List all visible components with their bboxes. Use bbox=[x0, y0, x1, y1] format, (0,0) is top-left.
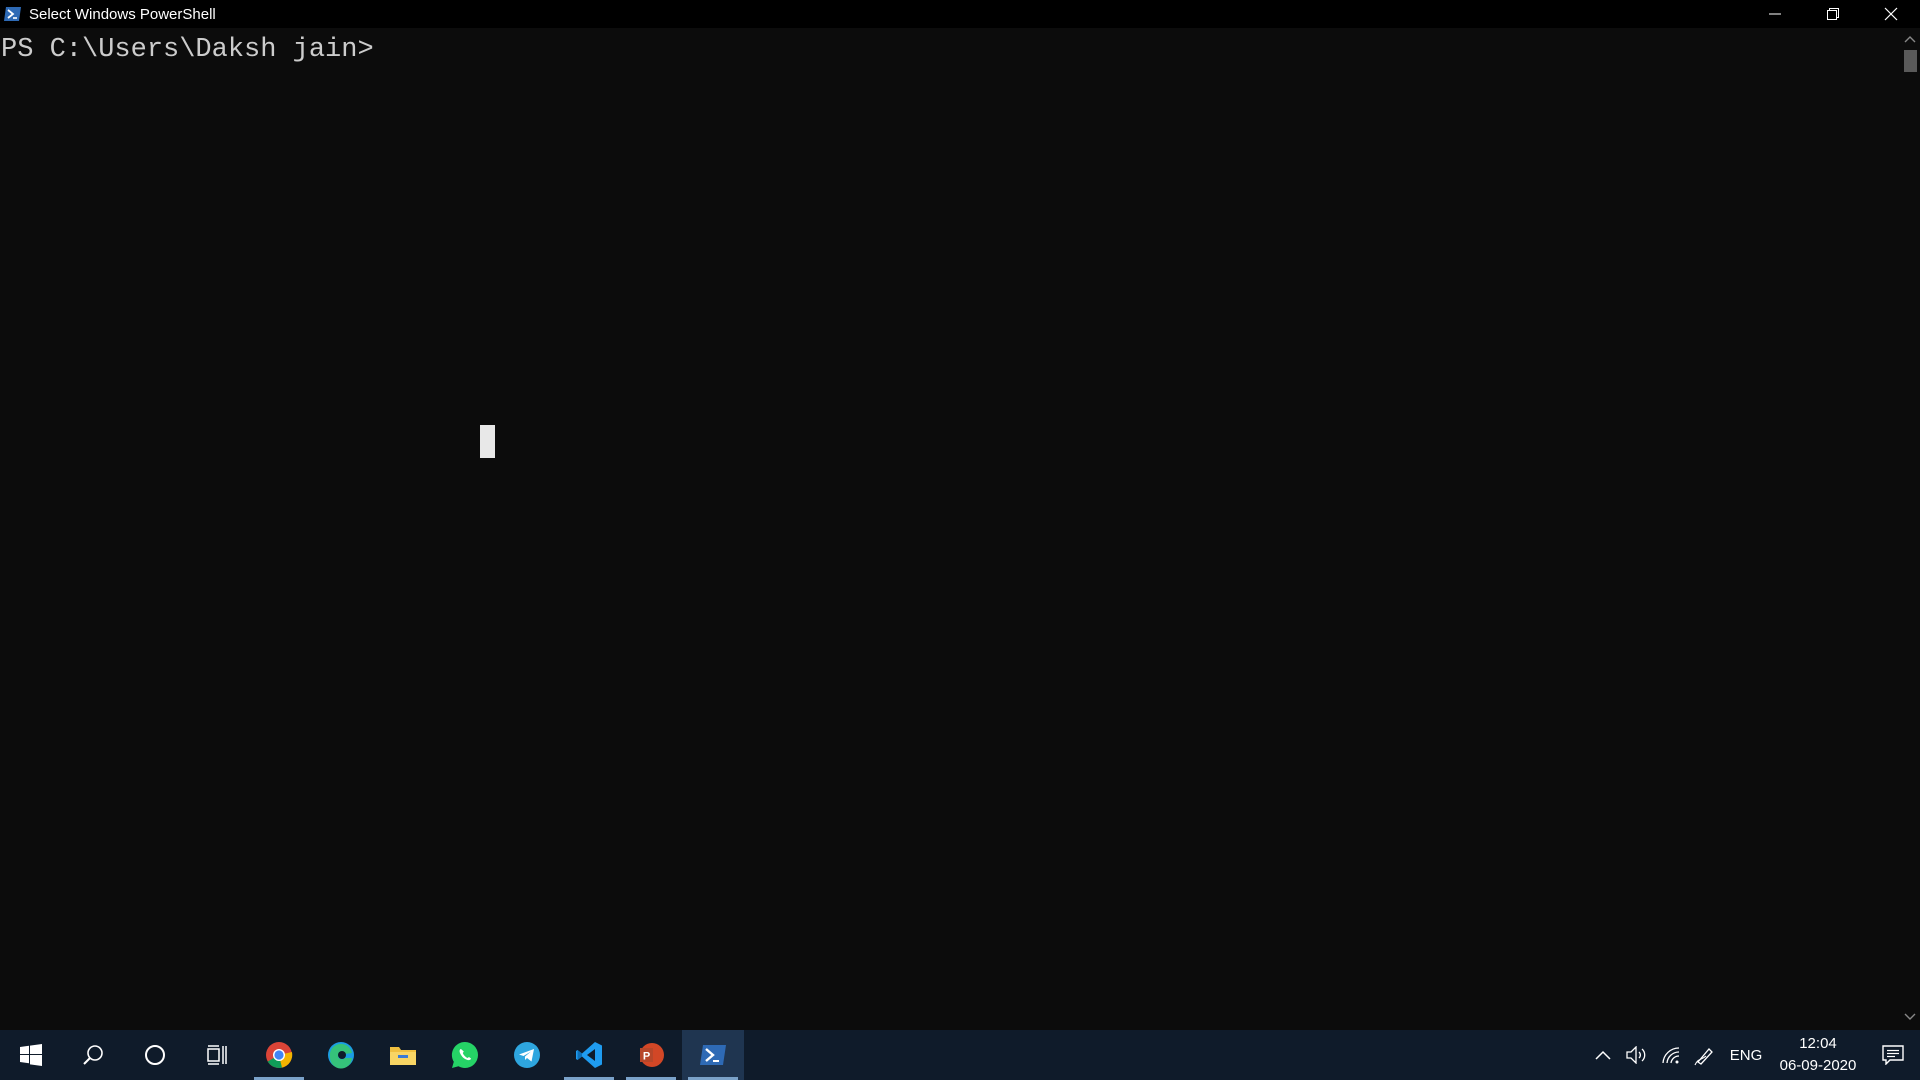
action-center-button[interactable] bbox=[1866, 1030, 1920, 1080]
vscode-button[interactable] bbox=[558, 1030, 620, 1080]
volume-icon bbox=[1626, 1046, 1646, 1064]
scroll-thumb[interactable] bbox=[1904, 50, 1917, 72]
close-icon bbox=[1884, 7, 1898, 21]
windows-logo-icon bbox=[20, 1044, 42, 1066]
powershell-window: Select Windows PowerShell PS C:\Users\Da… bbox=[0, 0, 1920, 1030]
title-bar[interactable]: Select Windows PowerShell bbox=[0, 0, 1920, 28]
window-title: Select Windows PowerShell bbox=[29, 5, 216, 23]
clock-date: 06-09-2020 bbox=[1779, 1057, 1857, 1074]
pen-icon bbox=[1694, 1048, 1713, 1066]
wifi-icon bbox=[1662, 1047, 1680, 1064]
vscode-icon bbox=[576, 1042, 602, 1068]
folder-icon bbox=[390, 1047, 416, 1065]
telegram-button[interactable] bbox=[496, 1030, 558, 1080]
chevron-up-icon bbox=[1904, 36, 1916, 43]
cortana-button[interactable] bbox=[124, 1030, 186, 1080]
clock-time: 12:04 bbox=[1799, 1035, 1837, 1052]
restore-icon bbox=[1827, 8, 1839, 20]
file-explorer-button[interactable] bbox=[372, 1030, 434, 1080]
chrome-icon bbox=[266, 1042, 293, 1068]
pen-workspace-button[interactable] bbox=[1688, 1030, 1722, 1080]
task-view-button[interactable] bbox=[186, 1030, 248, 1080]
console-area[interactable]: PS C:\Users\Daksh jain> bbox=[0, 28, 1900, 1030]
search-button[interactable] bbox=[62, 1030, 124, 1080]
system-tray: ENG 12:04 06-09-2020 bbox=[1586, 1030, 1920, 1080]
start-button[interactable] bbox=[0, 1030, 62, 1080]
chevron-up-icon bbox=[1595, 1050, 1611, 1060]
window-controls bbox=[1746, 0, 1920, 28]
action-center-icon bbox=[1882, 1045, 1904, 1065]
console-prompt: PS C:\Users\Daksh jain> bbox=[1, 35, 374, 65]
svg-text:P: P bbox=[643, 1051, 650, 1063]
powershell-button[interactable] bbox=[682, 1030, 744, 1080]
minimize-icon bbox=[1769, 13, 1781, 15]
powerpoint-icon: P bbox=[640, 1043, 664, 1067]
telegram-icon bbox=[514, 1042, 540, 1068]
taskbar: P ENG 12:04 06-09-2020 bbox=[0, 1030, 1920, 1080]
scroll-down-arrow[interactable] bbox=[1904, 1012, 1916, 1022]
powerpoint-button[interactable]: P bbox=[620, 1030, 682, 1080]
scroll-up-arrow[interactable] bbox=[1904, 34, 1916, 44]
minimize-button[interactable] bbox=[1746, 0, 1804, 28]
powershell-icon bbox=[3, 4, 23, 24]
chrome-button[interactable] bbox=[248, 1030, 310, 1080]
whatsapp-button[interactable] bbox=[434, 1030, 496, 1080]
edge-button[interactable] bbox=[310, 1030, 372, 1080]
clock[interactable]: 12:04 06-09-2020 bbox=[1770, 1033, 1866, 1077]
input-language[interactable]: ENG bbox=[1722, 1047, 1770, 1064]
volume-button[interactable] bbox=[1620, 1030, 1654, 1080]
edge-icon bbox=[328, 1042, 354, 1069]
search-icon bbox=[83, 1045, 103, 1065]
show-hidden-icons-button[interactable] bbox=[1586, 1030, 1620, 1080]
vertical-scrollbar[interactable] bbox=[1900, 28, 1920, 1030]
close-button[interactable] bbox=[1862, 0, 1920, 28]
task-view-icon bbox=[207, 1045, 227, 1065]
chevron-down-icon bbox=[1904, 1013, 1916, 1020]
network-button[interactable] bbox=[1654, 1030, 1688, 1080]
powershell-icon bbox=[700, 1045, 726, 1065]
cortana-circle-icon bbox=[145, 1045, 165, 1065]
text-cursor bbox=[480, 425, 495, 458]
whatsapp-icon bbox=[451, 1041, 478, 1069]
restore-button[interactable] bbox=[1804, 0, 1862, 28]
